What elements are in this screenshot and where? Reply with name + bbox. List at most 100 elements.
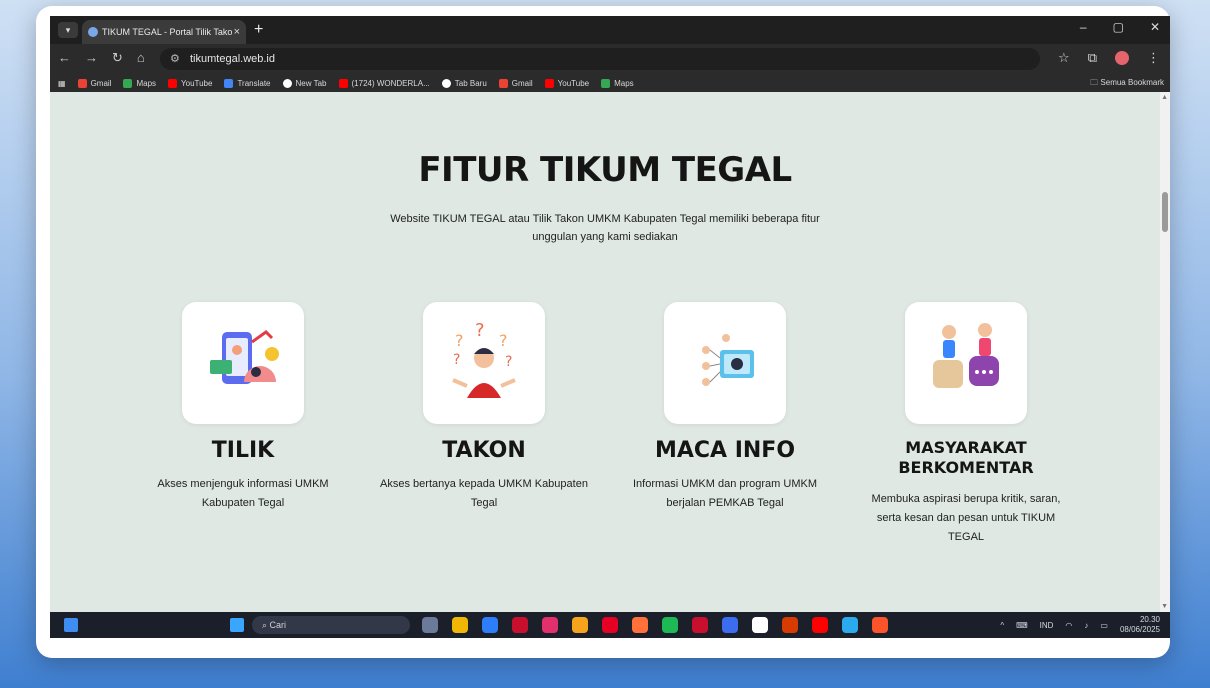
question-person-icon: ? ? ? ? ? bbox=[423, 302, 545, 424]
analytics-phone-icon bbox=[182, 302, 304, 424]
extensions-icon[interactable]: ⧉ bbox=[1088, 50, 1097, 66]
taskbar-app-icon[interactable] bbox=[572, 617, 588, 633]
menu-icon[interactable]: ⋮ bbox=[1147, 50, 1160, 66]
tab-search-button[interactable]: ▾ bbox=[58, 22, 78, 38]
bookmarks-bar: ▦ Gmail Maps YouTube Translate New Tab (… bbox=[50, 74, 1170, 92]
reload-button[interactable]: ↻ bbox=[112, 50, 123, 66]
youtube-icon bbox=[338, 78, 348, 88]
scroll-thumb[interactable] bbox=[1162, 192, 1168, 232]
chevron-up-icon[interactable]: ^ bbox=[1000, 621, 1004, 630]
taskbar-apps bbox=[422, 617, 888, 633]
wifi-icon[interactable]: ◠ bbox=[1065, 621, 1072, 630]
maps-icon bbox=[601, 78, 611, 88]
taskbar-app-icon[interactable] bbox=[602, 617, 618, 633]
maximize-button[interactable]: ▢ bbox=[1113, 20, 1124, 34]
feature-card-masyarakat-berkomentar[interactable]: MASYARAKAT BERKOMENTAR Membuka aspirasi … bbox=[846, 302, 1086, 547]
browser-window: ▾ TIKUM TEGAL - Portal Tilik Tako × + – … bbox=[50, 16, 1170, 638]
gmail-icon bbox=[77, 78, 87, 88]
widgets-icon[interactable] bbox=[64, 618, 78, 632]
bookmark-item[interactable]: YouTube bbox=[544, 78, 589, 88]
url-text: tikumtegal.web.id bbox=[190, 53, 275, 65]
back-button[interactable]: ← bbox=[58, 50, 71, 66]
taskbar-app-icon[interactable] bbox=[692, 617, 708, 633]
comment-people-icon bbox=[905, 302, 1027, 424]
date: 08/06/2025 bbox=[1119, 625, 1160, 634]
translate-icon bbox=[224, 78, 234, 88]
scroll-down-icon[interactable]: ▼ bbox=[1161, 603, 1168, 610]
apps-icon[interactable]: ▦ bbox=[58, 79, 66, 88]
time: 20.30 bbox=[1139, 615, 1160, 624]
bookmark-item[interactable]: Tab Baru bbox=[441, 78, 487, 88]
favicon-icon bbox=[88, 27, 98, 37]
bookmark-item[interactable]: Maps bbox=[601, 78, 634, 88]
globe-icon bbox=[441, 78, 451, 88]
bookmark-item[interactable]: Gmail bbox=[498, 78, 533, 88]
page-scrollbar[interactable]: ▲ ▼ bbox=[1160, 92, 1170, 612]
feature-card-takon[interactable]: ? ? ? ? ? TAKON Akses bertanya kepada UM… bbox=[364, 302, 604, 513]
bookmark-item[interactable]: (1724) WONDERLA... bbox=[338, 78, 430, 88]
address-bar[interactable]: ⚙ tikumtegal.web.id bbox=[160, 48, 1040, 70]
info-network-icon bbox=[664, 302, 786, 424]
feature-title: MACA INFO bbox=[654, 438, 796, 463]
feature-description: Informasi UMKM dan program UMKM berjalan… bbox=[633, 478, 817, 509]
site-info-icon[interactable]: ⚙ bbox=[170, 48, 180, 70]
taskbar-app-icon[interactable] bbox=[872, 617, 888, 633]
globe-icon bbox=[282, 78, 292, 88]
taskbar-app-icon[interactable] bbox=[782, 617, 798, 633]
close-window-button[interactable]: ✕ bbox=[1150, 20, 1160, 34]
bookmark-item[interactable]: Maps bbox=[123, 78, 156, 88]
active-tab[interactable]: TIKUM TEGAL - Portal Tilik Tako × bbox=[82, 20, 246, 44]
start-button[interactable] bbox=[230, 618, 244, 632]
taskbar-app-icon[interactable] bbox=[482, 617, 498, 633]
toolbar-right: ☆ ⧉ ⋮ bbox=[1058, 50, 1160, 66]
keyboard-icon[interactable]: ⌨ bbox=[1016, 621, 1028, 630]
feature-title: MASYARAKAT BERKOMENTAR bbox=[898, 438, 1034, 477]
feature-description: Akses menjenguk informasi UMKM Kabupaten… bbox=[157, 478, 329, 509]
nav-buttons: ← → ↻ ⌂ bbox=[58, 50, 145, 66]
bookmark-item[interactable]: Gmail bbox=[77, 78, 111, 88]
taskbar-app-icon[interactable] bbox=[422, 617, 438, 633]
feature-title: TILIK bbox=[211, 438, 275, 463]
taskbar: ⌕ Cari ^ ⌨ IND ◠ ♪ ▭ 20.30 08/06/2025 bbox=[50, 612, 1170, 638]
clock[interactable]: 20.30 08/06/2025 bbox=[1120, 615, 1160, 635]
taskbar-app-icon[interactable] bbox=[542, 617, 558, 633]
taskbar-app-icon[interactable] bbox=[752, 617, 768, 633]
bookmark-star-icon[interactable]: ☆ bbox=[1058, 50, 1070, 66]
taskbar-app-icon[interactable] bbox=[812, 617, 828, 633]
taskbar-app-icon[interactable] bbox=[662, 617, 678, 633]
language-indicator[interactable]: IND bbox=[1040, 621, 1054, 630]
scroll-up-icon[interactable]: ▲ bbox=[1161, 94, 1168, 101]
home-button[interactable]: ⌂ bbox=[137, 50, 145, 66]
new-tab-button[interactable]: + bbox=[254, 20, 263, 40]
all-bookmarks-button[interactable]: 🗀 Semua Bookmark bbox=[1090, 77, 1164, 91]
tab-close-button[interactable]: × bbox=[234, 20, 240, 44]
profile-avatar[interactable] bbox=[1115, 51, 1129, 65]
taskbar-app-icon[interactable] bbox=[722, 617, 738, 633]
feature-description: Membuka aspirasi berupa kritik, saran, s… bbox=[871, 493, 1061, 543]
taskbar-search[interactable]: ⌕ Cari bbox=[252, 616, 410, 634]
bookmark-item[interactable]: YouTube bbox=[168, 78, 212, 88]
taskbar-app-icon[interactable] bbox=[512, 617, 528, 633]
feature-card-maca-info[interactable]: MACA INFO Informasi UMKM dan program UMK… bbox=[605, 302, 845, 513]
feature-description: Akses bertanya kepada UMKM Kabupaten Teg… bbox=[380, 478, 588, 509]
minimize-button[interactable]: – bbox=[1080, 20, 1087, 34]
page-title: FITUR TIKUM TEGAL bbox=[418, 150, 792, 190]
taskbar-app-icon[interactable] bbox=[842, 617, 858, 633]
battery-icon[interactable]: ▭ bbox=[1100, 621, 1108, 630]
svg-text:?: ? bbox=[475, 320, 485, 341]
taskbar-app-icon[interactable] bbox=[632, 617, 648, 633]
feature-title: TAKON bbox=[442, 438, 526, 463]
gmail-icon bbox=[498, 78, 508, 88]
system-tray: ^ ⌨ IND ◠ ♪ ▭ 20.30 08/06/2025 bbox=[1000, 615, 1160, 635]
forward-button[interactable]: → bbox=[85, 50, 98, 66]
tab-bar: ▾ TIKUM TEGAL - Portal Tilik Tako × + – … bbox=[50, 16, 1170, 44]
svg-text:?: ? bbox=[499, 331, 508, 350]
taskbar-app-icon[interactable] bbox=[452, 617, 468, 633]
bookmark-item[interactable]: Translate bbox=[224, 78, 271, 88]
youtube-icon bbox=[544, 78, 554, 88]
volume-icon[interactable]: ♪ bbox=[1084, 621, 1088, 630]
window-controls: – ▢ ✕ bbox=[1080, 20, 1160, 34]
feature-card-tilik[interactable]: TILIK Akses menjenguk informasi UMKM Kab… bbox=[123, 302, 363, 513]
bookmark-item[interactable]: New Tab bbox=[282, 78, 327, 88]
tab-title: TIKUM TEGAL - Portal Tilik Tako bbox=[102, 27, 233, 37]
